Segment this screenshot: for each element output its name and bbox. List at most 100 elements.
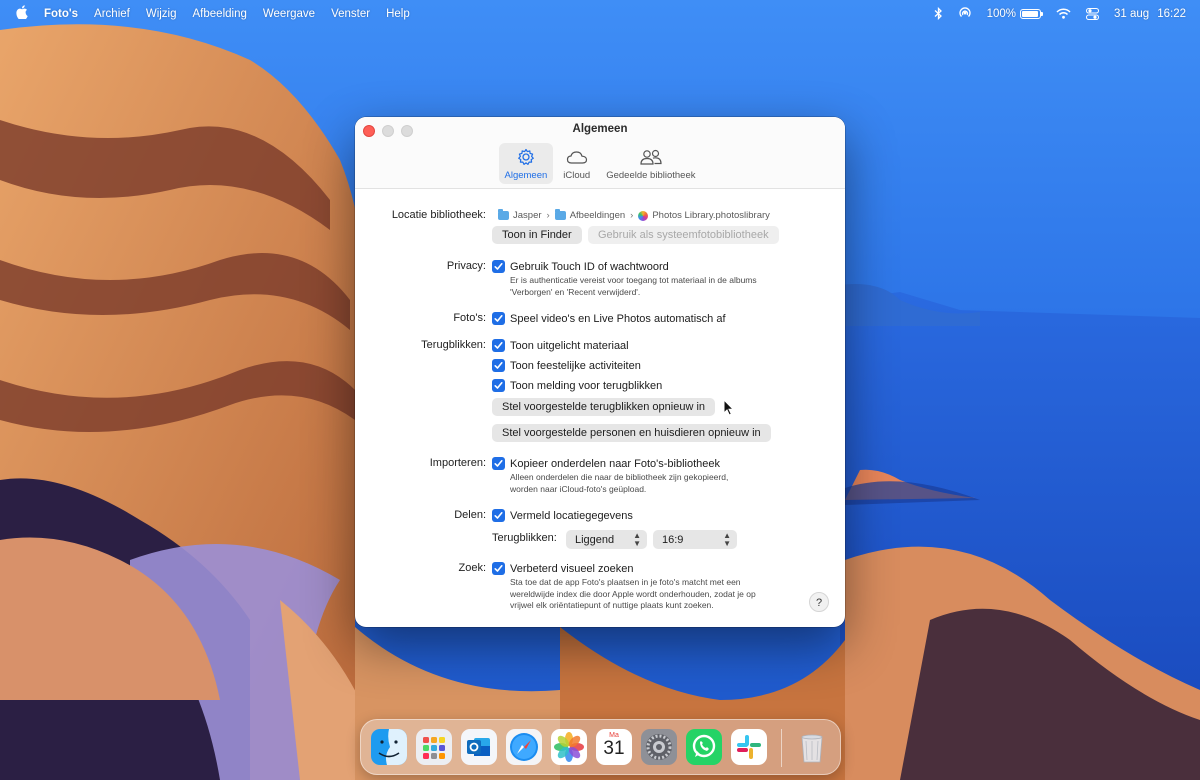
- menubar-date[interactable]: 31 aug: [1114, 8, 1149, 20]
- holiday-events-checkbox[interactable]: Toon feestelijke activiteiten: [492, 359, 662, 372]
- outlook-icon: [461, 729, 497, 765]
- folder-icon: [554, 209, 566, 220]
- copy-items-checkbox[interactable]: Kopieer onderdelen naar Foto's-bibliothe…: [492, 457, 728, 470]
- checkmark-icon: [492, 379, 505, 392]
- preferences-tabs: Algemeen iCloud Gedeelde bibliotheek: [355, 143, 845, 184]
- checkmark-icon: [492, 509, 505, 522]
- battery-percentage: 100%: [986, 7, 1017, 20]
- photos-icon: [551, 729, 587, 765]
- dock-safari[interactable]: [506, 729, 542, 765]
- memories-notification-checkbox[interactable]: Toon melding voor terugblikken: [492, 379, 662, 392]
- holiday-events-label: Toon feestelijke activiteiten: [510, 359, 641, 372]
- dock-outlook[interactable]: [461, 729, 497, 765]
- chevron-right-icon: ›: [546, 210, 550, 221]
- privacy-label: Privacy:: [446, 260, 486, 272]
- aspect-ratio-popup[interactable]: 16:9 ▲ ▼: [653, 530, 737, 549]
- dock-separator: [781, 729, 782, 767]
- apple-menu-icon[interactable]: [16, 5, 28, 22]
- finder-icon: [371, 729, 407, 765]
- whatsapp-icon: [686, 729, 722, 765]
- menubar-time[interactable]: 16:22: [1157, 8, 1186, 20]
- photos-label: Foto's:: [453, 312, 486, 324]
- battery-status[interactable]: 100%: [986, 7, 1044, 20]
- chevron-right-icon: ›: [630, 210, 634, 221]
- menu-weergave[interactable]: Weergave: [263, 8, 315, 20]
- tab-icloud-label: iCloud: [563, 170, 591, 181]
- reset-suggested-people-button[interactable]: Stel voorgestelde personen en huisdieren…: [492, 424, 771, 442]
- autoplay-checkbox[interactable]: Speel video's en Live Photos automatisch…: [492, 312, 726, 325]
- sharing-label: Delen:: [454, 509, 486, 521]
- sharing-memories-label: Terugblikken:: [492, 532, 557, 544]
- menu-venster[interactable]: Venster: [331, 8, 370, 20]
- library-path: Jasper › Afbeeldingen › Photos Library.p…: [498, 209, 770, 221]
- path-user: Jasper: [513, 210, 542, 221]
- featured-content-label: Toon uitgelicht materiaal: [510, 339, 629, 352]
- importing-description-line: Alleen onderdelen die naar de bibliothee…: [510, 472, 729, 482]
- use-as-system-library-button[interactable]: Gebruik als systeemfotobibliotheek: [588, 226, 779, 244]
- aspect-ratio-value: 16:9: [662, 533, 684, 546]
- memories-label: Terugblikken:: [421, 339, 486, 351]
- search-description-line: vrijwel elk oriëntatiepunt of nuttige pl…: [510, 600, 714, 610]
- bluetooth-icon[interactable]: [934, 7, 943, 20]
- reset-suggested-memories-button[interactable]: Stel voorgestelde terugblikken opnieuw i…: [492, 398, 716, 416]
- airplay-icon[interactable]: [958, 7, 972, 20]
- tab-algemeen-label: Algemeen: [504, 170, 548, 181]
- touch-id-label: Gebruik Touch ID of wachtwoord: [510, 260, 669, 273]
- menu-afbeelding[interactable]: Afbeelding: [193, 8, 247, 20]
- checkmark-icon: [492, 312, 505, 325]
- dock-slack[interactable]: [731, 729, 767, 765]
- chevron-updown-icon: ▲ ▼: [633, 530, 641, 548]
- dock-whatsapp[interactable]: [686, 729, 722, 765]
- photos-library-icon: [638, 210, 649, 221]
- dock-calendar[interactable]: Ma 31: [596, 729, 632, 765]
- path-library: Photos Library.photoslibrary: [652, 210, 770, 221]
- autoplay-label: Speel video's en Live Photos automatisch…: [510, 312, 726, 325]
- dock-finder[interactable]: [371, 729, 407, 765]
- tab-algemeen[interactable]: Algemeen: [498, 143, 554, 184]
- wifi-icon[interactable]: [1056, 8, 1071, 19]
- search-description: Sta toe dat de app Foto's plaatsen in je…: [510, 577, 756, 612]
- include-location-checkbox[interactable]: Vermeld locatiegegevens: [492, 509, 633, 522]
- menu-bar: Foto's Archief Wijzig Afbeelding Weergav…: [0, 0, 1200, 27]
- privacy-description: Er is authenticatie vereist voor toegang…: [510, 275, 757, 298]
- window-title: Algemeen: [572, 123, 628, 135]
- people-icon: [640, 149, 662, 165]
- tab-gedeelde-bibliotheek-label: Gedeelde bibliotheek: [606, 170, 696, 181]
- tab-icloud[interactable]: iCloud: [557, 143, 596, 184]
- show-in-finder-button[interactable]: Toon in Finder: [492, 226, 582, 244]
- dock-photos[interactable]: [551, 729, 587, 765]
- include-location-label: Vermeld locatiegegevens: [510, 509, 633, 522]
- slack-icon: [731, 729, 767, 765]
- menu-wijzig[interactable]: Wijzig: [146, 8, 177, 20]
- enhanced-visual-search-checkbox[interactable]: Verbeterd visueel zoeken: [492, 562, 756, 575]
- checkmark-icon: [492, 562, 505, 575]
- launchpad-icon: [416, 729, 452, 765]
- window-titlebar: Algemeen Algemeen iCloud Gedeelde biblio…: [355, 117, 845, 189]
- preferences-content: Locatie bibliotheek: Jasper › Afbeelding…: [355, 189, 845, 627]
- dock-trash[interactable]: [794, 729, 830, 765]
- path-pictures: Afbeeldingen: [569, 210, 626, 221]
- checkmark-icon: [492, 260, 505, 273]
- search-label: Zoek:: [458, 562, 486, 574]
- dock-launchpad[interactable]: [416, 729, 452, 765]
- importing-label: Importeren:: [429, 457, 486, 469]
- checkmark-icon: [492, 457, 505, 470]
- menu-help[interactable]: Help: [386, 8, 410, 20]
- touch-id-checkbox[interactable]: Gebruik Touch ID of wachtwoord: [492, 260, 757, 273]
- chevron-updown-icon: ▲ ▼: [723, 530, 731, 548]
- tab-gedeelde-bibliotheek[interactable]: Gedeelde bibliotheek: [600, 143, 701, 184]
- safari-icon: [506, 729, 542, 765]
- menu-archief[interactable]: Archief: [94, 8, 130, 20]
- help-button[interactable]: ?: [809, 592, 829, 612]
- featured-content-checkbox[interactable]: Toon uitgelicht materiaal: [492, 339, 662, 352]
- battery-icon: [1020, 8, 1044, 19]
- menu-app-name[interactable]: Foto's: [44, 8, 78, 20]
- orientation-value: Liggend: [575, 533, 615, 546]
- memories-notification-label: Toon melding voor terugblikken: [510, 379, 663, 392]
- checkmark-icon: [492, 359, 505, 372]
- privacy-description-line: 'Verborgen' en 'Recent verwijderd'.: [510, 286, 641, 297]
- orientation-popup[interactable]: Liggend ▲ ▼: [566, 530, 647, 549]
- folder-icon: [498, 209, 509, 220]
- dock-system-settings[interactable]: [641, 729, 677, 765]
- control-center-icon[interactable]: [1086, 7, 1100, 20]
